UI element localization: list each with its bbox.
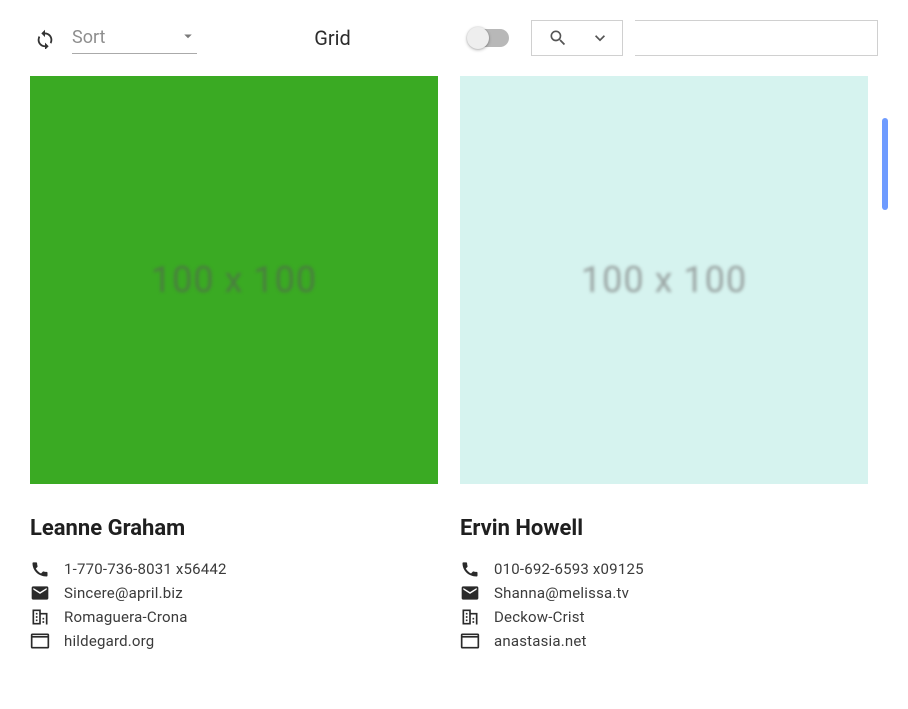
- card-grid: 100 x 100 Leanne Graham 1-770-736-8031 x…: [0, 76, 908, 655]
- contact-card[interactable]: 100 x 100 Leanne Graham 1-770-736-8031 x…: [30, 76, 438, 655]
- website-value: hildegard.org: [64, 632, 154, 650]
- search-input[interactable]: [635, 20, 878, 56]
- company-row: Deckow-Crist: [460, 607, 868, 627]
- grid-label: Grid: [314, 26, 351, 50]
- phone-value: 1-770-736-8031 x56442: [64, 560, 227, 578]
- company-icon: [460, 607, 480, 627]
- search-icon: [548, 28, 568, 48]
- refresh-button[interactable]: [30, 23, 60, 53]
- email-value: Sincere@april.biz: [64, 584, 183, 602]
- contact-card[interactable]: 100 x 100 Ervin Howell 010-692-6593 x091…: [460, 76, 868, 655]
- mail-icon: [30, 583, 50, 603]
- contact-name: Ervin Howell: [460, 516, 868, 541]
- sort-select[interactable]: Sort: [72, 23, 197, 54]
- chevron-down-icon: [590, 28, 610, 48]
- phone-row: 1-770-736-8031 x56442: [30, 559, 438, 579]
- sort-placeholder: Sort: [72, 27, 179, 48]
- company-value: Romaguera-Crona: [64, 608, 188, 626]
- placeholder-dim-text: 100 x 100: [581, 259, 747, 301]
- website-icon: [30, 631, 50, 651]
- phone-icon: [460, 559, 480, 579]
- company-row: Romaguera-Crona: [30, 607, 438, 627]
- refresh-icon: [34, 27, 56, 49]
- company-icon: [30, 607, 50, 627]
- mail-icon: [460, 583, 480, 603]
- website-row: hildegard.org: [30, 631, 438, 651]
- card-image-placeholder: 100 x 100: [460, 76, 868, 484]
- email-value: Shanna@melissa.tv: [494, 584, 629, 602]
- placeholder-dim-text: 100 x 100: [151, 259, 317, 301]
- website-row: anastasia.net: [460, 631, 868, 651]
- email-row: Sincere@april.biz: [30, 583, 438, 603]
- toggle-knob: [467, 27, 489, 49]
- phone-row: 010-692-6593 x09125: [460, 559, 868, 579]
- website-icon: [460, 631, 480, 651]
- website-value: anastasia.net: [494, 632, 587, 650]
- company-value: Deckow-Crist: [494, 608, 585, 626]
- grid-toggle[interactable]: [468, 29, 509, 47]
- caret-down-icon: [179, 27, 197, 49]
- toolbar: Sort Grid: [0, 0, 908, 76]
- phone-value: 010-692-6593 x09125: [494, 560, 644, 578]
- phone-icon: [30, 559, 50, 579]
- card-image-placeholder: 100 x 100: [30, 76, 438, 484]
- email-row: Shanna@melissa.tv: [460, 583, 868, 603]
- search-field-dropdown[interactable]: [531, 20, 623, 56]
- contact-name: Leanne Graham: [30, 516, 438, 541]
- scrollbar-thumb[interactable]: [882, 118, 888, 210]
